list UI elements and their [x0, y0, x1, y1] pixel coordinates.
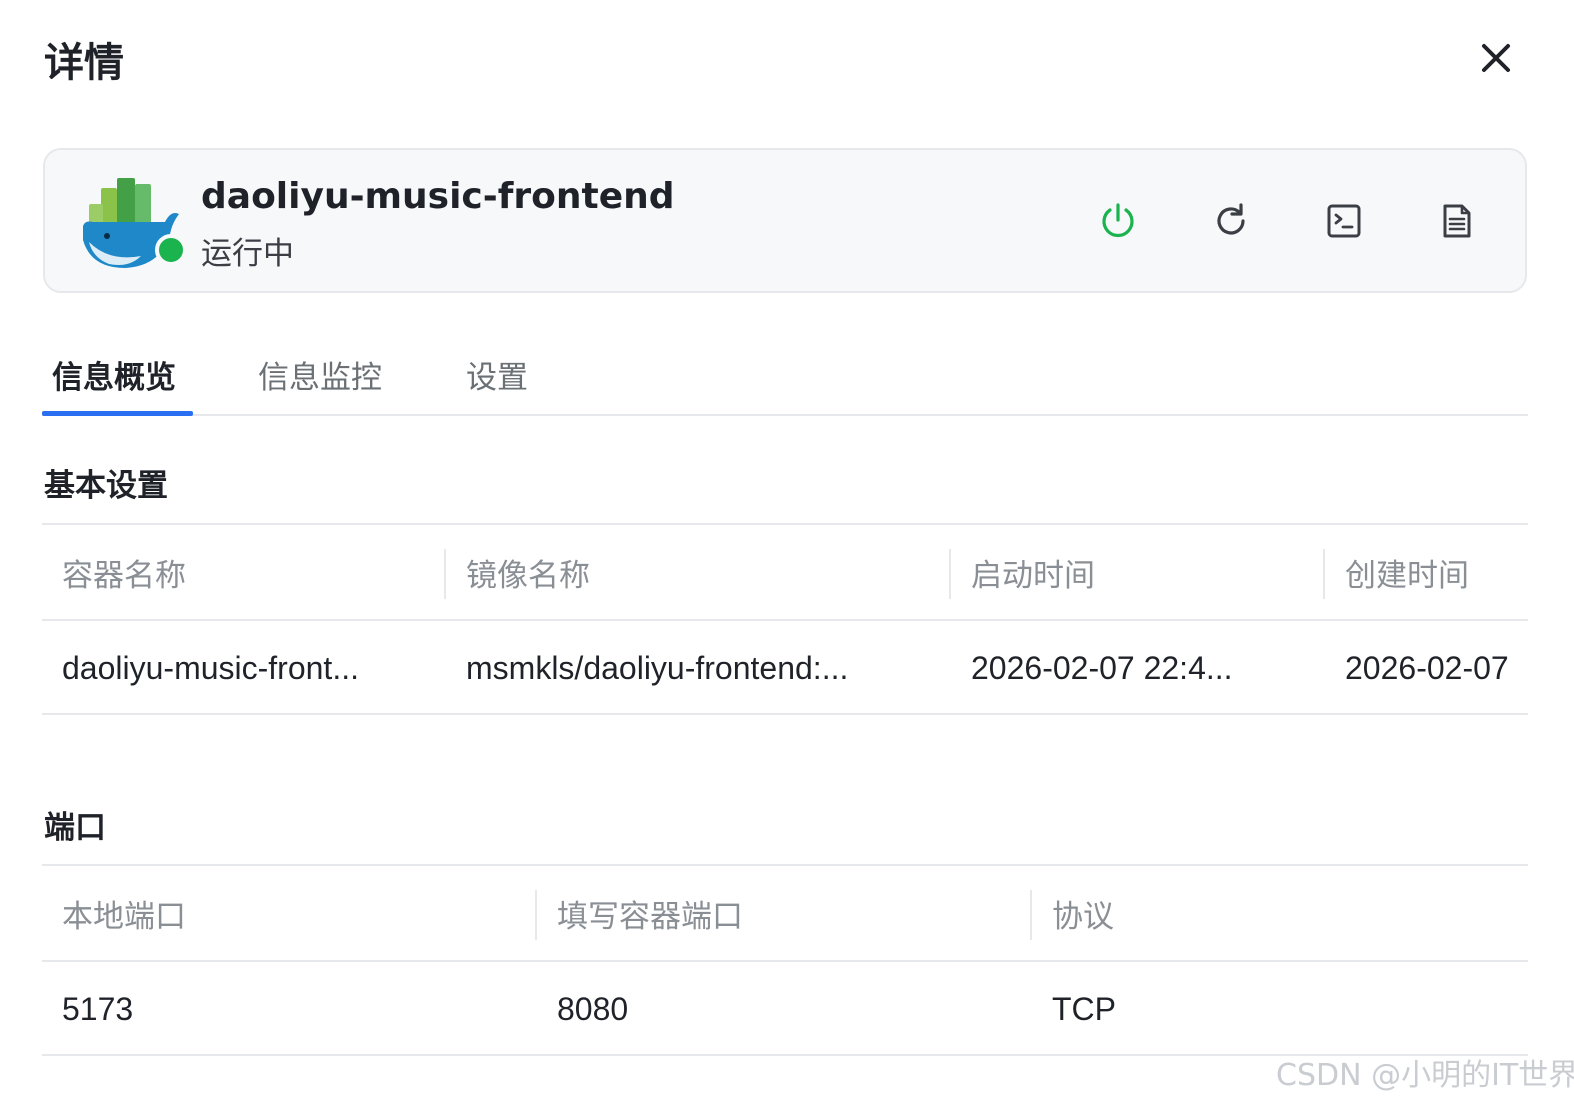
- container-summary-card: daoliyu-music-frontend 运行中: [43, 148, 1527, 293]
- tab-overview[interactable]: 信息概览: [52, 352, 176, 397]
- container-status: 运行中: [201, 236, 294, 272]
- table-row: 5173 8080 TCP: [42, 960, 1528, 1056]
- restart-icon: [1217, 203, 1245, 235]
- terminal-icon: [1327, 204, 1361, 238]
- terminal-button[interactable]: [1321, 198, 1367, 244]
- active-tab-indicator: [42, 411, 193, 416]
- basic-settings-table: 容器名称 镜像名称 启动时间 创建时间 daoliyu-music-front.…: [42, 523, 1528, 715]
- table-header-row: 本地端口 填写容器端口 协议: [42, 864, 1528, 960]
- cell-start-time: 2026-02-07 22:4...: [971, 649, 1233, 686]
- power-icon: [1102, 203, 1134, 238]
- cell-created-time: 2026-02-07: [1345, 649, 1509, 686]
- ports-title: 端口: [44, 810, 106, 846]
- cell-container-name: daoliyu-music-front...: [62, 649, 359, 686]
- log-document-icon: [1443, 204, 1471, 238]
- cell-container-port: 8080: [557, 990, 629, 1027]
- logs-button[interactable]: [1434, 198, 1480, 244]
- container-detail-dialog: 详情 daoliyu-music-frontend 运行中 信息概览 信息监控 …: [0, 0, 1574, 1102]
- header-local-port: 本地端口: [62, 898, 186, 935]
- header-created-time: 创建时间: [1345, 557, 1469, 594]
- detail-tabs: 信息概览 信息监控 设置: [42, 330, 1528, 416]
- basic-settings-title: 基本设置: [44, 468, 168, 504]
- cell-local-port: 5173: [62, 990, 134, 1027]
- ports-table: 本地端口 填写容器端口 协议 5173 8080 TCP: [42, 864, 1528, 1056]
- header-image-name: 镜像名称: [466, 557, 590, 594]
- header-protocol: 协议: [1052, 898, 1114, 935]
- close-button[interactable]: [1472, 34, 1520, 82]
- watermark: CSDN @小明的IT世界: [1276, 1058, 1574, 1093]
- cell-protocol: TCP: [1052, 990, 1116, 1027]
- power-button[interactable]: [1095, 198, 1141, 244]
- cell-image-name: msmkls/daoliyu-frontend:...: [466, 649, 849, 686]
- tab-monitoring[interactable]: 信息监控: [258, 352, 382, 397]
- header-container-port: 填写容器端口: [557, 898, 743, 935]
- dialog-title: 详情: [44, 40, 124, 86]
- restart-button[interactable]: [1208, 198, 1254, 244]
- container-name: daoliyu-music-frontend: [201, 176, 675, 217]
- running-status-dot: [155, 234, 187, 266]
- tab-settings[interactable]: 设置: [466, 352, 528, 397]
- table-header-row: 容器名称 镜像名称 启动时间 创建时间: [42, 523, 1528, 619]
- close-icon: [1482, 44, 1510, 72]
- table-row: daoliyu-music-front... msmkls/daoliyu-fr…: [42, 619, 1528, 715]
- header-start-time: 启动时间: [971, 557, 1095, 594]
- header-container-name: 容器名称: [62, 557, 186, 594]
